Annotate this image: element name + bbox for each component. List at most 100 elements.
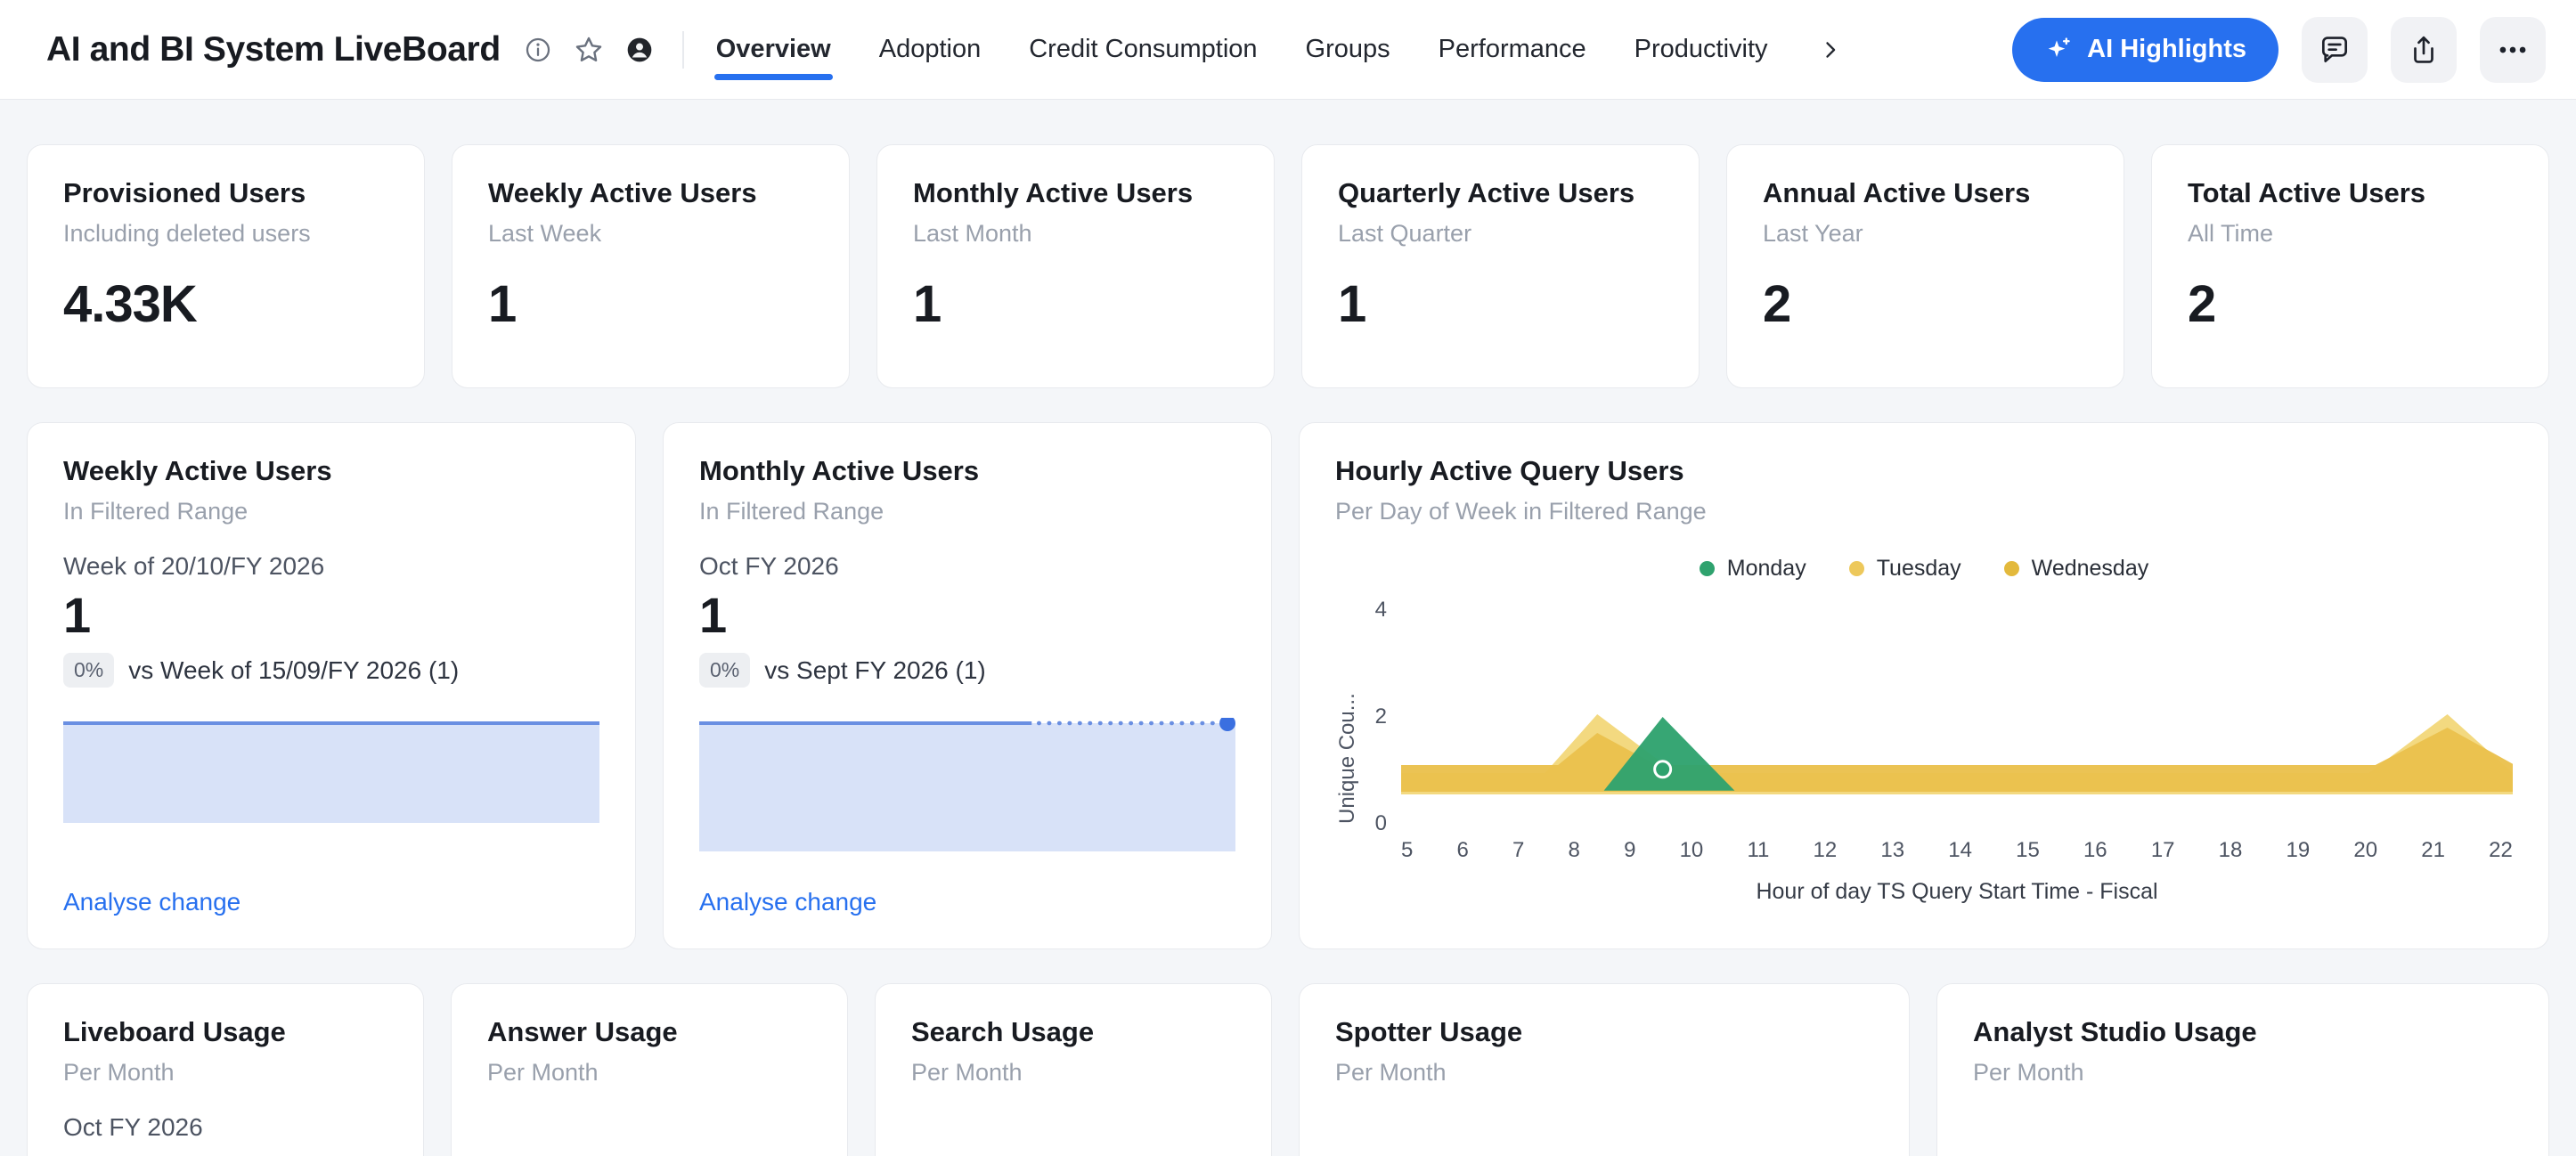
trend-title: Weekly Active Users xyxy=(63,455,599,487)
analyse-change-link[interactable]: Analyse change xyxy=(699,888,1235,916)
usage-title: Analyst Studio Usage xyxy=(1973,1016,2513,1048)
legend-label: Monday xyxy=(1727,556,1806,582)
kpi-card-provisioned-users[interactable]: Provisioned Users Including deleted user… xyxy=(27,144,425,388)
kpi-card-annual-active-users[interactable]: Annual Active Users Last Year 2 xyxy=(1726,144,2124,388)
kpi-card-row: Provisioned Users Including deleted user… xyxy=(27,144,2549,388)
chevron-right-icon xyxy=(1818,37,1843,62)
kpi-value: 2 xyxy=(1763,274,2088,334)
usage-subtitle: Per Month xyxy=(1973,1059,2513,1087)
trend-value: 1 xyxy=(699,586,1235,644)
trend-subtitle: In Filtered Range xyxy=(699,498,1235,525)
trend-value: 1 xyxy=(63,586,599,644)
legend-item[interactable]: Monday xyxy=(1700,556,1806,582)
x-tick: 9 xyxy=(1624,838,1635,863)
trend-card-monthly[interactable]: Monthly Active Users In Filtered Range O… xyxy=(663,422,1272,949)
tab-groups[interactable]: Groups xyxy=(1306,0,1390,100)
kpi-subtitle: Last Week xyxy=(488,220,813,248)
chart-legend: Monday Tuesday Wednesday xyxy=(1335,556,2513,582)
x-tick: 8 xyxy=(1569,838,1580,863)
usage-period: Oct FY 2026 xyxy=(63,1113,387,1142)
kpi-subtitle: Including deleted users xyxy=(63,220,388,248)
kpi-value: 4.33K xyxy=(63,274,388,334)
usage-card-spotter[interactable]: Spotter Usage Per Month xyxy=(1299,983,1910,1156)
kpi-subtitle: Last Year xyxy=(1763,220,2088,248)
x-tick: 11 xyxy=(1747,838,1769,863)
header-actions: AI Highlights xyxy=(2012,17,2546,83)
usage-title: Liveboard Usage xyxy=(63,1016,387,1048)
x-tick: 13 xyxy=(1880,838,1904,863)
trend-card-weekly[interactable]: Weekly Active Users In Filtered Range We… xyxy=(27,422,636,949)
x-tick: 7 xyxy=(1512,838,1524,863)
trend-subtitle: In Filtered Range xyxy=(63,498,599,525)
legend-dot xyxy=(2004,561,2019,576)
x-tick: 5 xyxy=(1401,838,1413,863)
liveboard-content: Provisioned Users Including deleted user… xyxy=(0,100,2576,1156)
x-tick: 16 xyxy=(2083,838,2107,863)
x-tick: 6 xyxy=(1457,838,1469,863)
x-tick: 19 xyxy=(2287,838,2311,863)
y-tick: 2 xyxy=(1375,704,1387,729)
x-axis-label: Hour of day TS Query Start Time - Fiscal xyxy=(1401,879,2513,905)
usage-subtitle: Per Month xyxy=(911,1059,1235,1087)
kpi-card-quarterly-active-users[interactable]: Quarterly Active Users Last Quarter 1 xyxy=(1301,144,1700,388)
tab-productivity[interactable]: Productivity xyxy=(1634,0,1768,100)
tab-overview[interactable]: Overview xyxy=(716,0,831,100)
y-axis-ticks: 420 xyxy=(1360,610,1401,824)
usage-card-answer[interactable]: Answer Usage Per Month xyxy=(451,983,848,1156)
y-axis-label: Unique Cou... xyxy=(1335,610,1360,824)
hourly-active-query-users-card[interactable]: Hourly Active Query Users Per Day of Wee… xyxy=(1299,422,2549,949)
kpi-value: 1 xyxy=(488,274,813,334)
legend-label: Tuesday xyxy=(1877,556,1961,582)
usage-card-row: Liveboard Usage Per Month Oct FY 2026 5 … xyxy=(27,983,2549,1156)
info-button[interactable] xyxy=(524,36,552,64)
kpi-subtitle: Last Quarter xyxy=(1338,220,1663,248)
change-row: 0% vs Week of 15/09/FY 2026 (1) xyxy=(63,653,599,688)
kpi-title: Total Active Users xyxy=(2188,177,2513,209)
more-options-button[interactable] xyxy=(2480,17,2546,83)
plot-column: 5678910111213141516171819202122 Hour of … xyxy=(1401,610,2513,905)
legend-item[interactable]: Tuesday xyxy=(1849,556,1961,582)
monthly-sparkline-svg xyxy=(699,718,1235,851)
kpi-value: 1 xyxy=(1338,274,1663,334)
tab-performance[interactable]: Performance xyxy=(1439,0,1586,100)
usage-card-liveboard[interactable]: Liveboard Usage Per Month Oct FY 2026 5 xyxy=(27,983,424,1156)
change-text: vs Week of 15/09/FY 2026 (1) xyxy=(128,656,459,685)
x-tick: 17 xyxy=(2151,838,2175,863)
circle-badge-icon xyxy=(625,36,654,64)
kpi-title: Weekly Active Users xyxy=(488,177,813,209)
author-badge-button[interactable] xyxy=(625,36,654,64)
usage-card-analyst-studio[interactable]: Analyst Studio Usage Per Month xyxy=(1936,983,2549,1156)
kpi-title: Quarterly Active Users xyxy=(1338,177,1663,209)
more-tabs-button[interactable] xyxy=(1818,37,1843,62)
kpi-card-weekly-active-users[interactable]: Weekly Active Users Last Week 1 xyxy=(452,144,850,388)
favorite-button[interactable] xyxy=(574,35,604,65)
x-tick: 12 xyxy=(1814,838,1838,863)
info-icon xyxy=(524,36,552,64)
x-tick: 22 xyxy=(2489,838,2513,863)
hourly-title: Hourly Active Query Users xyxy=(1335,455,2513,487)
trend-card-row: Weekly Active Users In Filtered Range We… xyxy=(27,422,2549,949)
y-tick: 0 xyxy=(1375,811,1387,836)
trend-period: Oct FY 2026 xyxy=(699,552,1235,581)
usage-card-search[interactable]: Search Usage Per Month xyxy=(875,983,1272,1156)
ai-highlights-label: AI Highlights xyxy=(2087,35,2246,64)
tab-credit-consumption[interactable]: Credit Consumption xyxy=(1029,0,1257,100)
kpi-card-monthly-active-users[interactable]: Monthly Active Users Last Month 1 xyxy=(876,144,1275,388)
kpi-title: Provisioned Users xyxy=(63,177,388,209)
tab-adoption[interactable]: Adoption xyxy=(879,0,982,100)
header-divider xyxy=(682,31,684,69)
change-badge: 0% xyxy=(699,653,750,688)
x-tick: 14 xyxy=(1948,838,1972,863)
analyse-change-link[interactable]: Analyse change xyxy=(63,888,599,916)
usage-value: 5 xyxy=(63,1147,387,1156)
kpi-card-total-active-users[interactable]: Total Active Users All Time 2 xyxy=(2151,144,2549,388)
comments-button[interactable] xyxy=(2302,17,2368,83)
ai-highlights-button[interactable]: AI Highlights xyxy=(2012,18,2278,82)
legend-label: Wednesday xyxy=(2032,556,2149,582)
legend-item[interactable]: Wednesday xyxy=(2004,556,2149,582)
usage-title: Search Usage xyxy=(911,1016,1235,1048)
legend-dot xyxy=(1849,561,1864,576)
kpi-title: Monthly Active Users xyxy=(913,177,1238,209)
change-badge: 0% xyxy=(63,653,114,688)
share-button[interactable] xyxy=(2391,17,2457,83)
